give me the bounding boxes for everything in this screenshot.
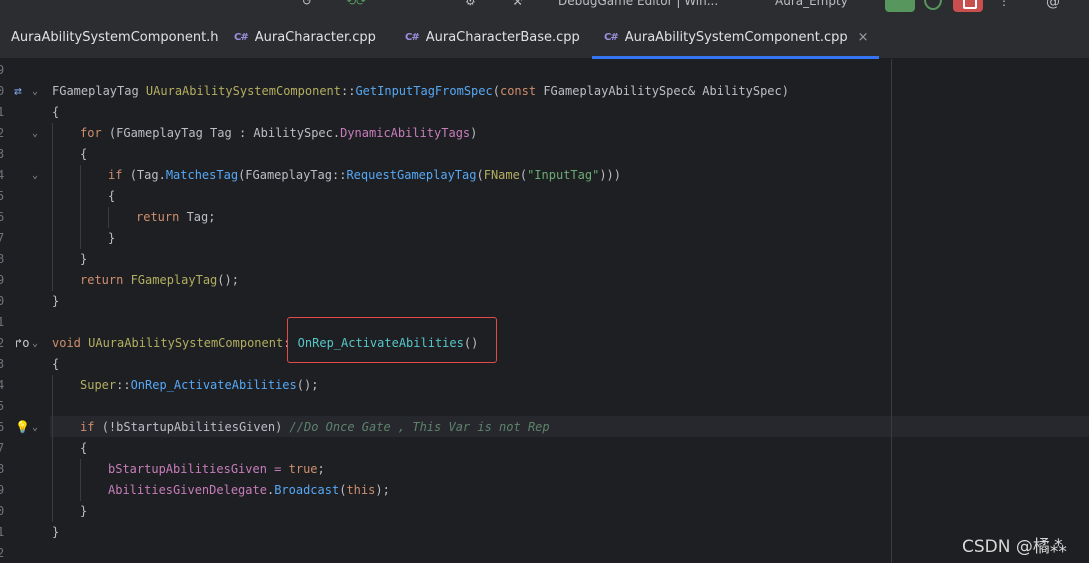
line-number: 1 — [0, 105, 5, 119]
code-line: { — [80, 441, 88, 455]
editor-gutter: 9 0 2 1 3 4 5 6 7 8 9 0 1 2 3 4 5 6 7 8 … — [0, 59, 50, 563]
indent-guide — [52, 375, 53, 522]
code-line: if (Tag.MatchesTag(FGameplayTag::Request… — [108, 168, 622, 182]
code-editor[interactable]: 9 0 2 1 3 4 5 6 7 8 9 0 1 2 3 4 5 6 7 8 … — [0, 59, 1089, 563]
run-button[interactable] — [885, 0, 915, 12]
line-number: 0 — [0, 504, 5, 518]
line-number: 0 — [0, 84, 5, 98]
line-number: 1 — [0, 315, 5, 329]
fold-icon[interactable]: ⌄ — [32, 123, 38, 144]
undo-icon[interactable]: ↺ — [302, 0, 312, 10]
tab-label: AuraCharacter.cpp — [254, 30, 376, 45]
code-line: bStartupAbilitiesGiven = true; — [108, 462, 325, 476]
fold-icon[interactable]: ⌄ — [32, 333, 38, 354]
line-number: 4 — [0, 378, 5, 392]
line-number: 9 — [0, 273, 5, 287]
code-line: } — [80, 252, 88, 266]
tab-aura-character-cpp[interactable]: C# AuraCharacter.cpp — [234, 16, 376, 59]
project-selector[interactable]: Aura_Empty — [775, 0, 848, 10]
tab-label: AuraCharacterBase.cpp — [425, 30, 580, 45]
line-number: 3 — [0, 357, 5, 371]
line-number: 4 — [0, 168, 5, 182]
build-icon[interactable]: ⚒ — [512, 0, 523, 10]
tab-aura-ability-system-component-cpp[interactable]: C# AuraAbilitySystemComponent.cpp × — [592, 16, 879, 59]
tab-label: AuraAbilitySystemComponent.h — [11, 30, 219, 45]
cpp-file-icon: C# — [234, 32, 249, 43]
tab-label: AuraAbilitySystemComponent.cpp — [624, 30, 848, 45]
code-line: return FGameplayTag(); — [80, 273, 239, 287]
code-area[interactable]: FGameplayTag UAuraAbilitySystemComponent… — [52, 59, 1089, 563]
code-line: } — [80, 504, 88, 518]
line-number: 8 — [0, 252, 5, 266]
code-line: { — [108, 189, 116, 203]
fold-icon[interactable]: ⌄ — [32, 81, 38, 102]
account-icon[interactable]: @ — [1046, 0, 1060, 10]
cpp-file-icon: C# — [604, 32, 619, 43]
csdn-watermark: CSDN @橘⁂ — [962, 537, 1067, 557]
line-number: 6 — [0, 210, 5, 224]
profiler-icon[interactable]: ⚙ — [465, 0, 476, 10]
stop-button[interactable] — [953, 0, 983, 12]
line-number: 3 — [0, 147, 5, 161]
vcs-icon[interactable]: ⟲⟳ — [346, 0, 366, 10]
code-line: AbilitiesGivenDelegate.Broadcast(this); — [108, 483, 390, 497]
close-tab-icon[interactable]: × — [858, 30, 869, 45]
tab-aura-character-base-cpp[interactable]: C# AuraCharacterBase.cpp — [405, 16, 580, 59]
indent-guide — [108, 207, 109, 228]
code-line: if (!bStartupAbilitiesGiven) //Do Once G… — [80, 420, 550, 434]
indent-guide — [80, 459, 81, 501]
line-number: 2 — [0, 336, 5, 350]
line-number: 2 — [0, 126, 5, 140]
indent-guide — [52, 123, 53, 291]
line-number: 2 — [0, 546, 5, 560]
debug-button[interactable] — [924, 0, 942, 10]
fold-icon[interactable]: ⌄ — [32, 165, 38, 186]
code-line: } — [52, 525, 60, 539]
tab-aura-ability-system-component-h[interactable]: AuraAbilitySystemComponent.h — [11, 16, 219, 59]
line-number: 5 — [0, 399, 5, 413]
code-line: FGameplayTag UAuraAbilitySystemComponent… — [52, 84, 789, 98]
code-line: { — [52, 105, 60, 119]
code-line: } — [52, 294, 60, 308]
cpp-file-icon: C# — [405, 32, 420, 43]
line-number: 9 — [0, 483, 5, 497]
code-line: Super::OnRep_ActivateAbilities(); — [80, 378, 319, 392]
implementation-icon[interactable]: ⇄ — [14, 81, 22, 102]
main-toolbar: ↺ ⟲⟳ ⚙ ⚒ DebugGame Editor | Win... Aura_… — [0, 0, 1089, 16]
code-line: { — [52, 357, 60, 371]
line-number: 6 — [0, 420, 5, 434]
run-config-selector[interactable]: DebugGame Editor | Win... — [558, 0, 718, 10]
code-line: { — [80, 147, 88, 161]
lightbulb-icon[interactable]: 💡 — [15, 417, 30, 438]
code-line: return Tag; — [136, 210, 216, 224]
line-number: 9 — [0, 63, 5, 77]
more-actions-icon[interactable]: ⋮ — [998, 0, 1010, 10]
override-icon[interactable]: ↱o — [15, 333, 29, 354]
code-line: } — [108, 231, 116, 245]
highlight-annotation-box — [287, 317, 497, 363]
line-number: 7 — [0, 231, 5, 245]
code-line: for (FGameplayTag Tag : AbilitySpec.Dyna… — [80, 126, 478, 140]
line-number: 1 — [0, 525, 5, 539]
editor-tab-bar: AuraAbilitySystemComponent.h C# AuraChar… — [0, 16, 1089, 59]
fold-icon[interactable]: ⌄ — [32, 417, 38, 438]
line-number: 0 — [0, 294, 5, 308]
line-number: 8 — [0, 462, 5, 476]
line-number: 7 — [0, 441, 5, 455]
indent-guide — [80, 165, 81, 249]
line-number: 5 — [0, 189, 5, 203]
